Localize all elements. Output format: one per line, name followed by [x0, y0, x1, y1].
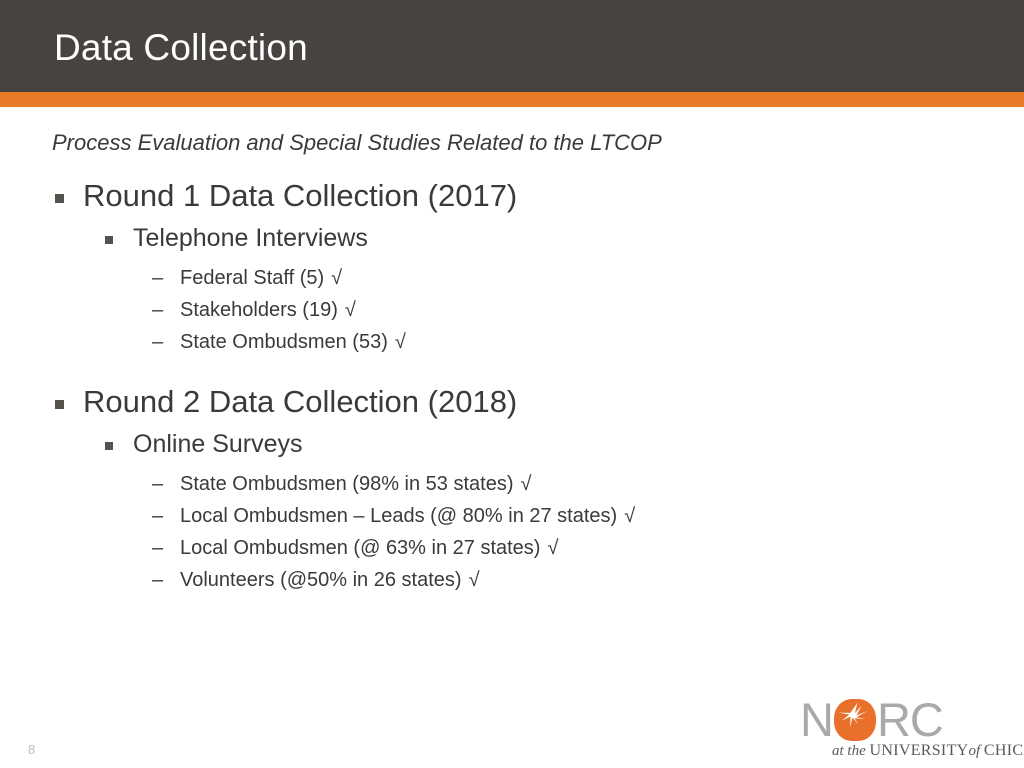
tagline-of: of [968, 743, 981, 759]
list-item: – Local Ombudsmen (@ 63% in 27 states) √ [0, 533, 1024, 565]
square-bullet-icon [55, 194, 64, 203]
list-item-text: Federal Staff (5) [180, 267, 325, 289]
list-item: – Local Ombudsmen – Leads (@ 80% in 27 s… [0, 501, 1024, 533]
bullet-level2-label: Online Surveys [133, 430, 303, 458]
logo-star-glyph [838, 702, 868, 727]
tagline-chicago: CHICAGO [983, 742, 1024, 759]
list-item-label: Stakeholders (19) √ [180, 295, 356, 325]
dash-bullet-icon: – [152, 331, 164, 353]
square-bullet-icon [55, 400, 64, 409]
bullet-level3-list: – State Ombudsmen (98% in 53 states) √ – … [0, 467, 1024, 597]
check-mark-icon: √ [331, 267, 343, 289]
list-item-text: Stakeholders (19) [180, 299, 338, 321]
tagline-university: UNIVERSITY [869, 742, 969, 759]
bullet-level2-label: Telephone Interviews [133, 224, 368, 252]
page-title: Data Collection [54, 27, 308, 68]
bullet-level1-label: Round 1 Data Collection (2017) [83, 178, 518, 213]
page-number: 8 [28, 742, 36, 757]
dash-bullet-icon: – [152, 537, 164, 559]
list-item-text: Volunteers (@50% in 26 states) [180, 569, 462, 591]
dash-bullet-icon: – [152, 569, 164, 591]
logo-letter-r: R [876, 692, 911, 746]
check-mark-icon: √ [468, 569, 480, 591]
list-item-label: Volunteers (@50% in 26 states) √ [180, 565, 480, 595]
logo-letter-c: C [909, 692, 944, 746]
square-bullet-icon [105, 236, 113, 244]
list-item: – State Ombudsmen (53) √ [0, 327, 1024, 359]
dash-bullet-icon: – [152, 299, 164, 321]
dash-bullet-icon: – [152, 267, 164, 289]
list-item-label: Federal Staff (5) √ [180, 263, 342, 293]
list-item: – Volunteers (@50% in 26 states) √ [0, 565, 1024, 597]
check-mark-icon: √ [547, 537, 559, 559]
bullet-level2: Telephone Interviews [0, 221, 1024, 261]
list-item-text: Local Ombudsmen (@ 63% in 27 states) [180, 537, 541, 559]
list-item-text: Local Ombudsmen – Leads (@ 80% in 27 sta… [180, 505, 618, 527]
logo-letter-n: N [800, 692, 834, 746]
check-mark-icon: √ [344, 299, 356, 321]
check-mark-icon: √ [520, 473, 532, 495]
list-item: – Federal Staff (5) √ [0, 263, 1024, 295]
tagline-at-the: at the [832, 743, 866, 759]
section-round-2: Round 2 Data Collection (2018) Online Su… [0, 381, 1024, 597]
list-item-label: Local Ombudsmen (@ 63% in 27 states) √ [180, 533, 558, 563]
square-bullet-icon [105, 442, 113, 450]
bullet-level1: Round 1 Data Collection (2017) [0, 175, 1024, 221]
slide-body: Process Evaluation and Special Studies R… [0, 107, 1024, 707]
norc-wordmark: N R C [800, 692, 944, 746]
dash-bullet-icon: – [152, 505, 164, 527]
list-item: – State Ombudsmen (98% in 53 states) √ [0, 469, 1024, 501]
bullet-level1-label: Round 2 Data Collection (2018) [83, 384, 518, 419]
check-mark-icon: √ [624, 505, 636, 527]
list-item-label: Local Ombudsmen – Leads (@ 80% in 27 sta… [180, 501, 635, 531]
dash-bullet-icon: – [152, 473, 164, 495]
slide-subtitle: Process Evaluation and Special Studies R… [52, 130, 662, 155]
bullet-level1: Round 2 Data Collection (2018) [0, 381, 1024, 427]
logo-tagline: at the UNIVERSITYof CHICAGO [832, 741, 1024, 761]
norc-starburst-icon [833, 697, 876, 741]
list-item-label: State Ombudsmen (98% in 53 states) √ [180, 469, 531, 499]
list-item: – Stakeholders (19) √ [0, 295, 1024, 327]
list-item-label: State Ombudsmen (53) √ [180, 327, 406, 357]
check-mark-icon: √ [394, 331, 406, 353]
section-round-1: Round 1 Data Collection (2017) Telephone… [0, 175, 1024, 359]
bullet-level3-list: – Federal Staff (5) √ – Stakeholders (19)… [0, 261, 1024, 359]
list-item-text: State Ombudsmen (53) [180, 331, 388, 353]
norc-logo: N R C at the UNIVERSITYof CHICAGO [800, 692, 1024, 763]
bullet-level2: Online Surveys [0, 427, 1024, 467]
accent-stripe [0, 92, 1024, 107]
list-item-text: State Ombudsmen (98% in 53 states) [180, 473, 514, 495]
